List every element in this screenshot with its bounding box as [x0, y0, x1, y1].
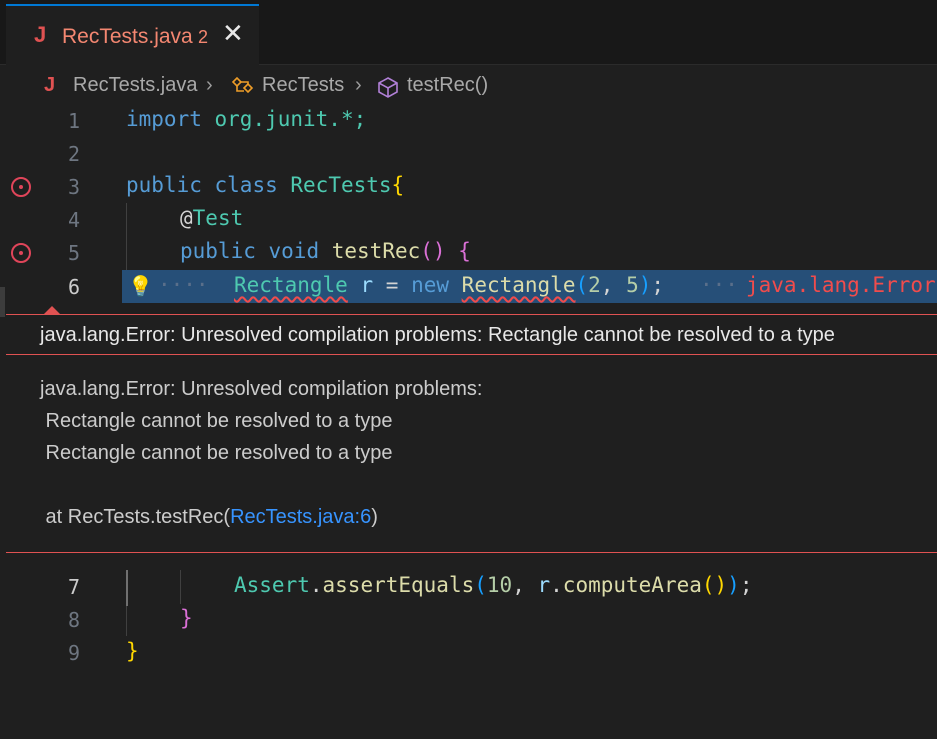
stack-frame-link[interactable]: RecTests.java:6: [230, 506, 371, 528]
code-line-9: 9 }: [0, 636, 937, 669]
semicolon: ;: [739, 573, 753, 597]
number: 5: [626, 273, 639, 297]
breadcrumb-method[interactable]: testRec(): [407, 74, 488, 97]
code-line-1: 1 import org.junit.*;: [0, 104, 937, 137]
close-icon[interactable]: ✕: [222, 20, 244, 46]
number: 2: [588, 273, 601, 297]
paren: ): [638, 273, 652, 297]
variable: r: [537, 573, 551, 597]
inline-error[interactable]: java.lang.Error: [746, 273, 936, 297]
line-number: 2: [67, 142, 80, 166]
code-line-8: 8 }: [0, 603, 937, 636]
operator: =: [385, 273, 399, 297]
whitespace-dots: ···: [700, 273, 738, 297]
chevron-right-icon: ›: [206, 74, 213, 96]
constructor-error: Rectangle: [461, 273, 576, 297]
method-icon: [376, 76, 400, 104]
line-number: 6: [67, 275, 80, 299]
lightbulb-icon[interactable]: 💡: [128, 274, 153, 298]
annotation-at: @: [180, 206, 193, 230]
dot: .: [309, 573, 323, 597]
method-call: computeArea: [562, 573, 702, 597]
error-message: java.lang.Error: Unresolved compilation …: [40, 378, 483, 400]
paren: (: [575, 273, 589, 297]
error-peek-widget: java.lang.Error: Unresolved compilation …: [6, 306, 937, 553]
method-name: assertEquals: [322, 573, 475, 597]
tab-bar: J RecTests.java 2 ✕: [0, 0, 937, 65]
peek-title: java.lang.Error: Unresolved compilation …: [40, 324, 835, 346]
keyword: import: [126, 107, 202, 131]
error-detail: Rectangle cannot be resolved to a type: [40, 410, 393, 432]
tab-label: RecTests.java: [62, 25, 193, 48]
java-file-icon: J: [34, 22, 47, 47]
error-detail: Rectangle cannot be resolved to a type: [40, 442, 393, 464]
line-number: 7: [67, 575, 80, 599]
code-line-6: 6 💡 ···· Rectangle r = new Rectangle(2, …: [0, 270, 937, 303]
code-line-3: 3 public class RecTests{: [0, 170, 937, 203]
breadcrumb-class[interactable]: RecTests: [262, 74, 344, 97]
code-line-5: 5 public void testRec() {: [0, 236, 937, 269]
brace: }: [180, 606, 193, 630]
code-line-2: 2: [0, 137, 937, 170]
parens: (): [420, 239, 446, 263]
chevron-right-icon: ›: [355, 74, 362, 96]
brace: }: [126, 639, 139, 663]
line-number: 1: [67, 109, 80, 133]
line-number: 9: [67, 641, 80, 665]
line-number: 4: [67, 208, 80, 232]
line-number: 8: [67, 608, 80, 632]
java-file-icon: J: [44, 74, 56, 96]
dot: .: [550, 573, 563, 597]
class-icon: [231, 76, 255, 102]
brace: {: [458, 239, 471, 263]
annotation: Test: [192, 206, 244, 230]
import-path: org.junit.*;: [214, 107, 367, 131]
line-number: 5: [67, 241, 80, 265]
peek-body: java.lang.Error: Unresolved compilation …: [40, 373, 482, 533]
comma: ,: [512, 573, 538, 597]
code-line-4: 4 @Test: [0, 203, 937, 236]
keyword: new: [411, 273, 450, 297]
brace: {: [391, 173, 405, 197]
paren: ): [727, 573, 740, 597]
stack-frame-text: ): [371, 506, 378, 528]
keyword: public: [126, 173, 202, 197]
method-name: testRec: [331, 239, 421, 263]
semicolon: ;: [651, 273, 665, 297]
breadcrumb-file[interactable]: RecTests.java: [73, 74, 198, 97]
peek-arrow: [44, 306, 60, 314]
problem-count-badge: 2: [198, 27, 209, 47]
class-name: Assert: [234, 573, 310, 597]
stack-frame: at RecTests.testRec(RecTests.java:6): [40, 501, 482, 533]
variable: r: [360, 273, 374, 297]
whitespace-dots: ····: [158, 273, 209, 297]
code-line-7: 7 Assert.assertEquals(10, r.computeArea(…: [0, 570, 937, 603]
breadcrumb: J RecTests.java › RecTests › testRec(): [0, 70, 937, 102]
stack-frame-text: at RecTests.testRec(: [40, 506, 231, 528]
paren: (: [474, 573, 487, 597]
tab-rectests-java[interactable]: J RecTests.java 2 ✕: [6, 4, 259, 65]
comma: ,: [600, 273, 627, 297]
number: 10: [486, 573, 513, 597]
class-name: RecTests: [290, 173, 392, 197]
peek-header: java.lang.Error: Unresolved compilation …: [6, 315, 937, 355]
keyword: public: [180, 239, 256, 263]
paren: (): [701, 573, 728, 597]
type-error: Rectangle: [234, 273, 348, 297]
keyword: void: [268, 239, 320, 263]
keyword: class: [214, 173, 278, 197]
line-number: 3: [67, 175, 80, 199]
